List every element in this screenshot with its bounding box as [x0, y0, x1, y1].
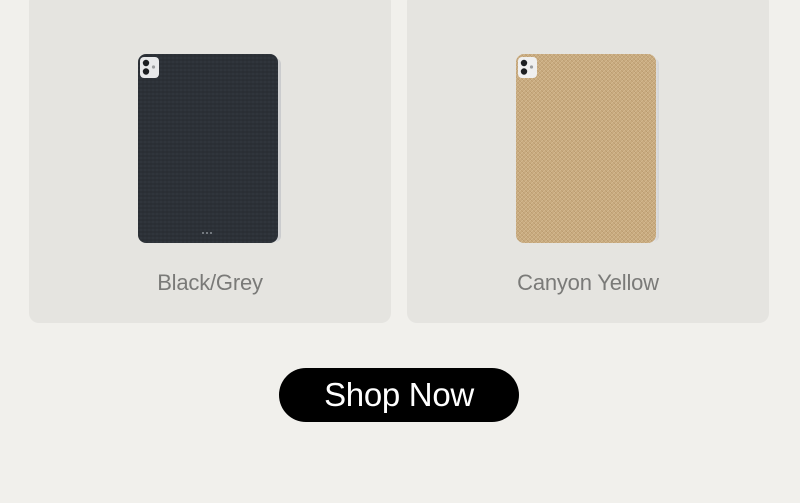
product-card-black-grey[interactable]: Black/Grey	[29, 0, 391, 323]
ipad-case-canyon-yellow-image	[516, 54, 659, 243]
shop-now-button[interactable]: Shop Now	[279, 368, 519, 422]
variant-label: Canyon Yellow	[517, 270, 659, 295]
ipad-case-black-grey-image	[138, 54, 281, 243]
variant-label: Black/Grey	[157, 270, 263, 295]
product-card-canyon-yellow[interactable]: Canyon Yellow	[407, 0, 769, 323]
product-variants-section: Black/Grey Canyon Yellow Shop Now	[0, 0, 800, 503]
